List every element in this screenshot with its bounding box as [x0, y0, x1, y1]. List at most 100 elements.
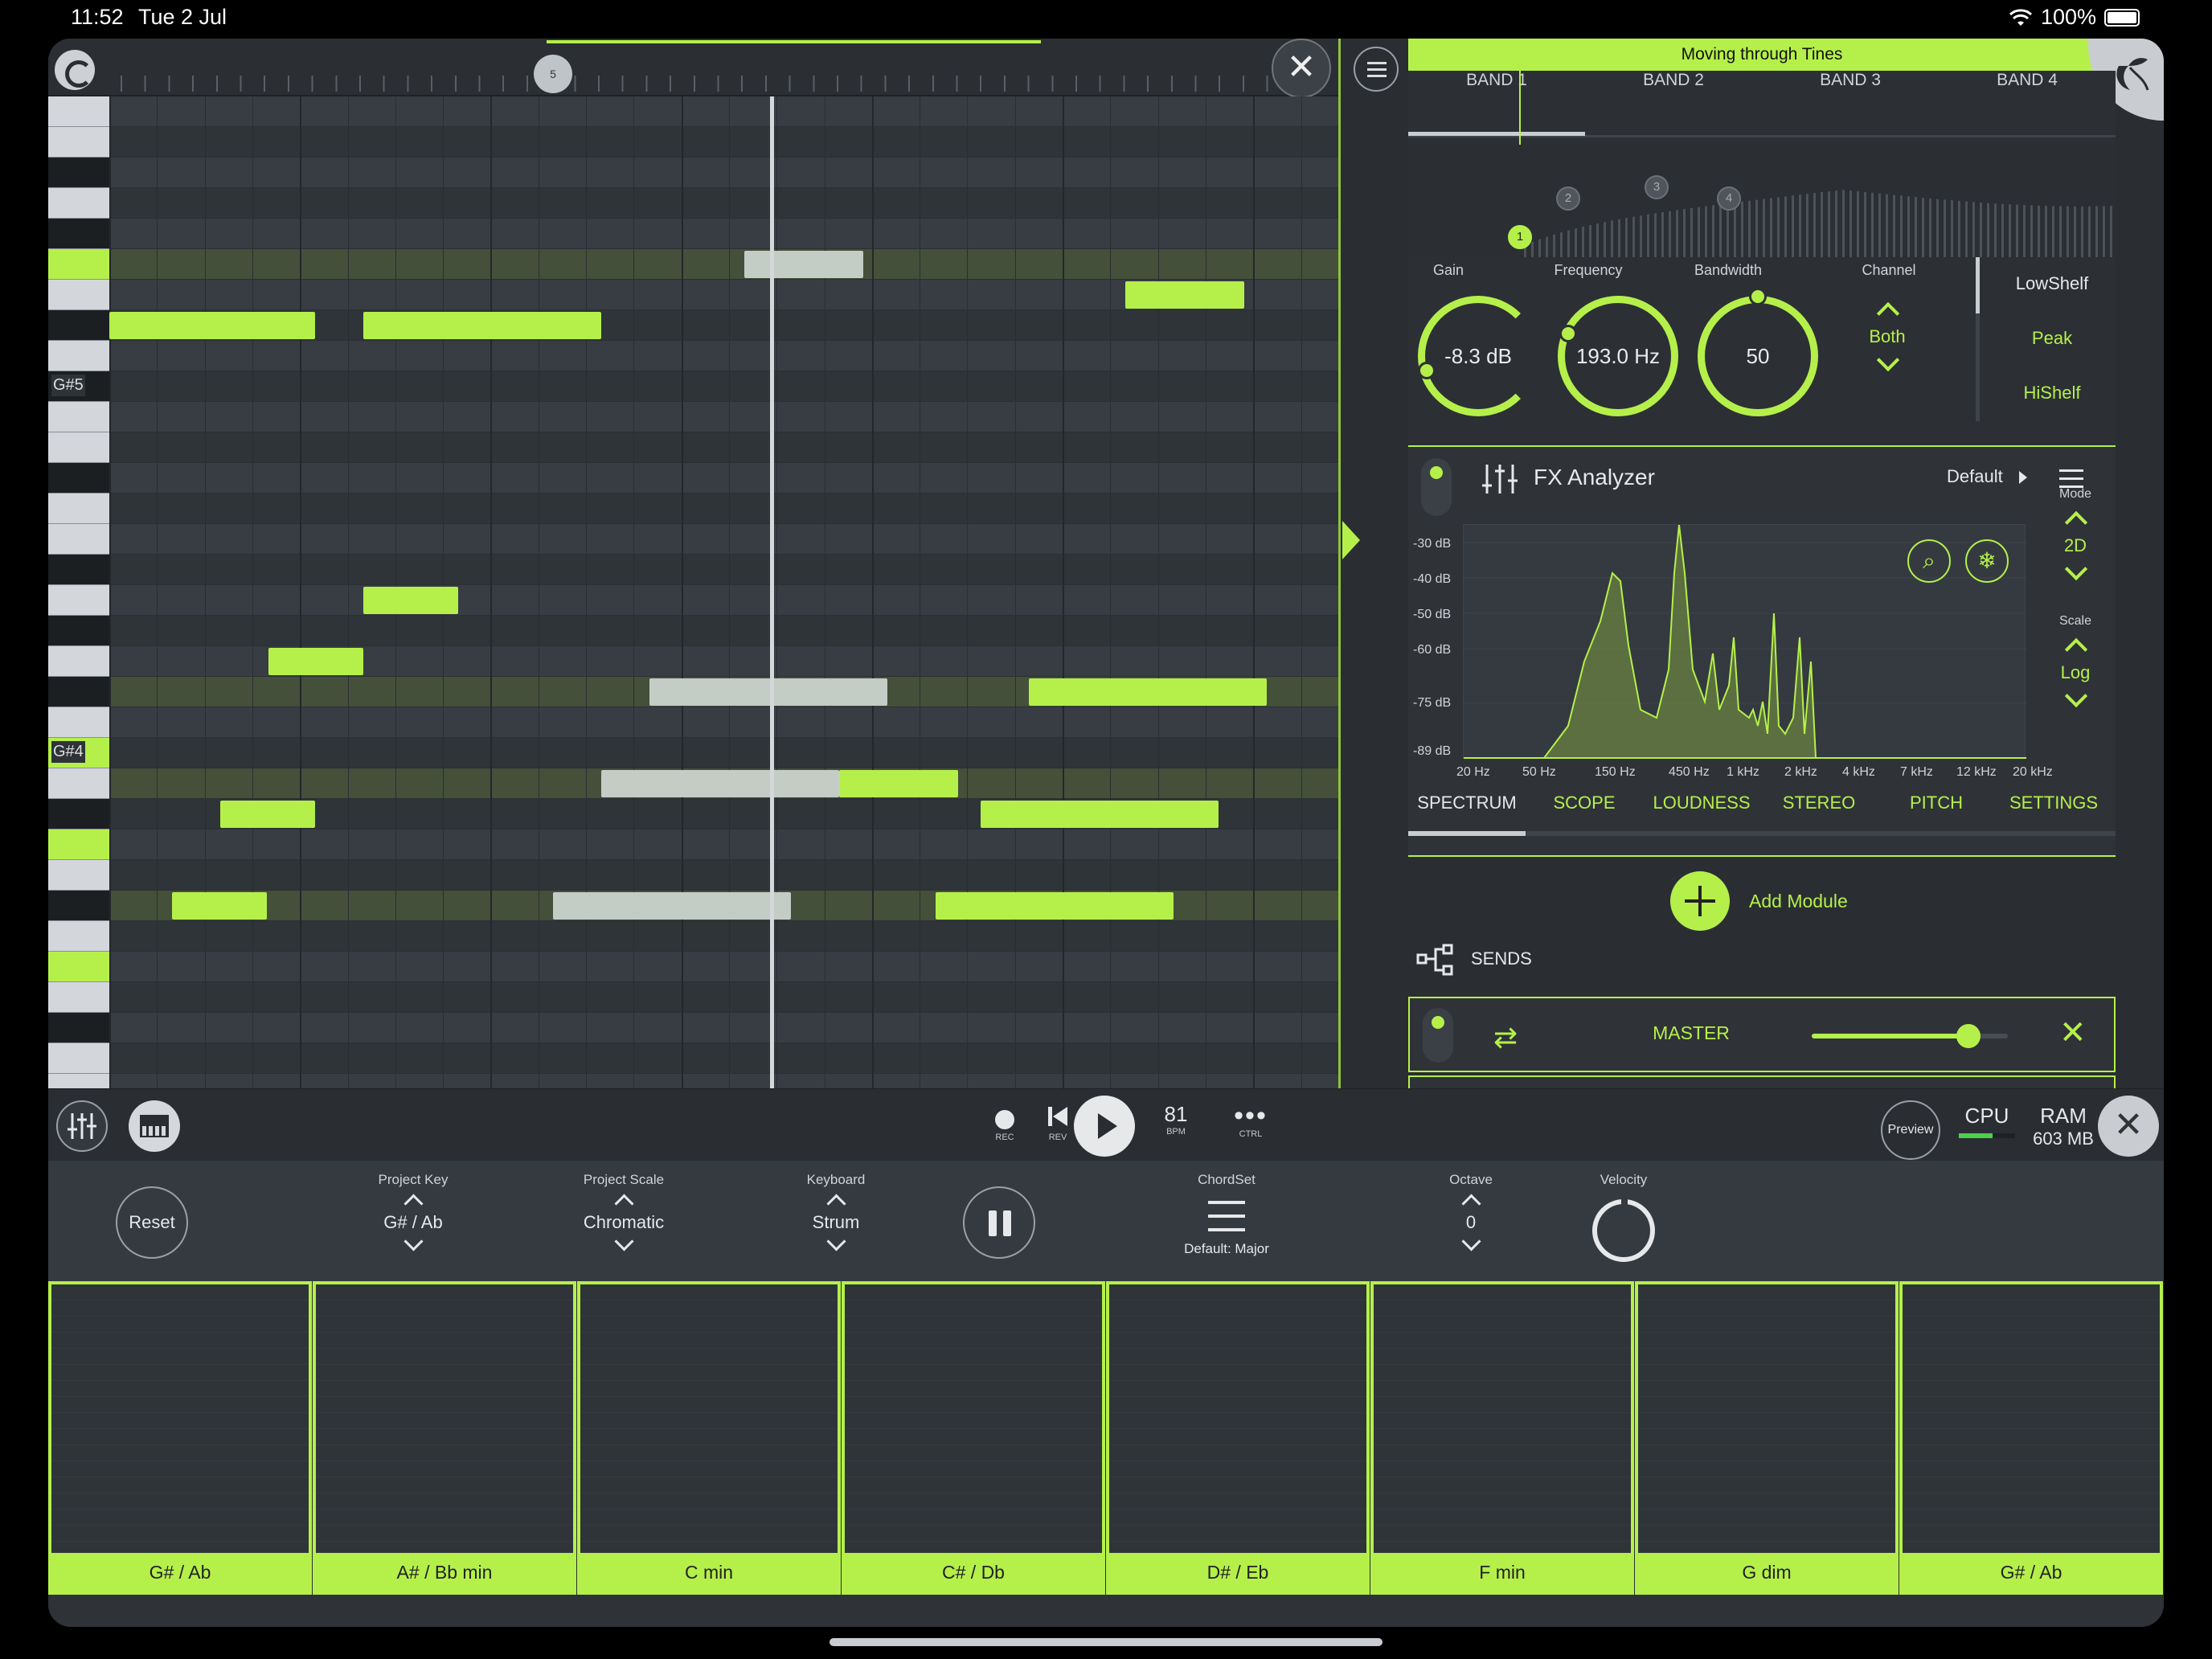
- project-key-up-icon[interactable]: [401, 1190, 425, 1210]
- chord-pad[interactable]: C# / Db: [842, 1281, 1105, 1595]
- menu-button[interactable]: [1354, 47, 1399, 92]
- spectrum-display[interactable]: ⌕ ❄: [1463, 524, 2026, 759]
- record-button[interactable]: REC: [981, 1102, 1029, 1142]
- scale-control[interactable]: Scale Log: [2043, 614, 2108, 717]
- eq-node-3[interactable]: 3: [1645, 175, 1669, 199]
- fx-menu-icon[interactable]: [2059, 469, 2083, 489]
- midi-note[interactable]: [649, 678, 887, 706]
- chordset-selector[interactable]: ChordSet Default: Major: [1154, 1172, 1299, 1257]
- white-key[interactable]: [48, 402, 109, 432]
- zoom-icon[interactable]: ⌕: [1907, 539, 1951, 583]
- white-key[interactable]: [48, 982, 109, 1013]
- midi-note[interactable]: [553, 892, 791, 920]
- midi-note[interactable]: [220, 801, 315, 828]
- chord-pad[interactable]: G# / Ab: [48, 1281, 312, 1595]
- gain-knob[interactable]: -8.3 dB: [1418, 296, 1538, 416]
- tab-band-4[interactable]: BAND 4: [1939, 71, 2116, 95]
- white-key[interactable]: [48, 249, 109, 280]
- white-key[interactable]: [48, 494, 109, 524]
- midi-note[interactable]: [363, 312, 601, 339]
- project-scale-up-icon[interactable]: [612, 1190, 636, 1210]
- eq-curve-display[interactable]: 1 2 3 4: [1408, 39, 2116, 257]
- midi-note[interactable]: [109, 312, 315, 339]
- midi-note[interactable]: [744, 251, 863, 278]
- midi-note[interactable]: [1029, 678, 1267, 706]
- fx-power-toggle[interactable]: [1421, 458, 1452, 516]
- black-key[interactable]: [48, 616, 109, 646]
- master-send-thumb[interactable]: [1956, 1024, 1981, 1048]
- black-key[interactable]: [48, 677, 109, 707]
- master-send-slider[interactable]: [1812, 1024, 2008, 1048]
- mode-down-icon[interactable]: [2063, 561, 2087, 585]
- tab-band-2[interactable]: BAND 2: [1585, 71, 1762, 95]
- white-key[interactable]: [48, 188, 109, 219]
- midi-note[interactable]: [936, 892, 1174, 920]
- tab-scope[interactable]: SCOPE: [1526, 793, 1643, 813]
- white-key[interactable]: [48, 524, 109, 555]
- white-key[interactable]: [48, 432, 109, 463]
- channel-selector[interactable]: Both: [1847, 293, 1927, 381]
- chord-pad[interactable]: C min: [577, 1281, 841, 1595]
- tab-band-3[interactable]: BAND 3: [1762, 71, 1939, 95]
- midi-note[interactable]: [601, 770, 839, 797]
- white-key[interactable]: [48, 707, 109, 738]
- project-scale-selector[interactable]: Project Scale Chromatic: [551, 1172, 696, 1257]
- white-key[interactable]: [48, 585, 109, 616]
- midi-note[interactable]: [268, 648, 363, 675]
- white-key[interactable]: [48, 952, 109, 982]
- black-key[interactable]: [48, 799, 109, 830]
- bandwidth-knob-handle[interactable]: [1749, 288, 1767, 305]
- scale-down-icon[interactable]: [2063, 688, 2087, 712]
- octave-down-icon[interactable]: [1459, 1235, 1483, 1256]
- black-key[interactable]: [48, 463, 109, 494]
- tab-spectrum[interactable]: SPECTRUM: [1408, 793, 1526, 813]
- velocity-knob[interactable]: [1592, 1194, 1655, 1262]
- tab-settings[interactable]: SETTINGS: [1995, 793, 2112, 813]
- add-module-label[interactable]: Add Module: [1749, 891, 1848, 912]
- white-key[interactable]: [48, 768, 109, 799]
- octave-selector[interactable]: Octave 0: [1399, 1172, 1543, 1257]
- tab-stereo[interactable]: STEREO: [1760, 793, 1878, 813]
- piano-roll-button[interactable]: [129, 1100, 180, 1152]
- collapse-panel-arrow-icon[interactable]: [1342, 521, 1360, 559]
- frequency-knob-handle[interactable]: [1559, 325, 1577, 342]
- remove-send-icon[interactable]: ✕: [2059, 1014, 2087, 1051]
- gain-knob-handle[interactable]: [1418, 362, 1436, 379]
- tab-band-1[interactable]: BAND 1: [1408, 71, 1585, 95]
- frequency-knob[interactable]: 193.0 Hz: [1558, 296, 1678, 416]
- app-logo-icon[interactable]: [55, 50, 95, 90]
- channel-down-icon[interactable]: [1875, 352, 1899, 376]
- tab-loudness[interactable]: LOUDNESS: [1643, 793, 1760, 813]
- chordset-menu-icon[interactable]: [1208, 1201, 1245, 1233]
- scale-up-icon[interactable]: [2063, 633, 2087, 657]
- black-key[interactable]: [48, 219, 109, 249]
- piano-roll[interactable]: 5 ✕ G#5 G#4: [48, 39, 1341, 1104]
- fx-preset[interactable]: Default: [1947, 466, 2003, 487]
- close-button[interactable]: ✕: [2098, 1096, 2159, 1157]
- bpm-control[interactable]: 81 BPM: [1156, 1102, 1196, 1137]
- close-roll-button[interactable]: ✕: [1272, 39, 1331, 98]
- freeze-icon[interactable]: ❄: [1965, 539, 2009, 583]
- playhead-marker[interactable]: 5: [534, 55, 572, 93]
- keyboard-down-icon[interactable]: [824, 1235, 848, 1256]
- mode-up-icon[interactable]: [2063, 506, 2087, 530]
- black-key[interactable]: [48, 555, 109, 585]
- swap-icon[interactable]: ⇄: [1493, 1021, 1518, 1055]
- white-key[interactable]: [48, 830, 109, 860]
- midi-note[interactable]: [839, 770, 958, 797]
- white-key[interactable]: [48, 921, 109, 952]
- piano-keyboard[interactable]: G#5 G#4: [48, 96, 109, 1104]
- ctrl-button[interactable]: ••• CTRL: [1227, 1102, 1275, 1139]
- keyboard-up-icon[interactable]: [824, 1190, 848, 1210]
- midi-note[interactable]: [363, 587, 458, 614]
- white-key[interactable]: [48, 96, 109, 127]
- play-button[interactable]: [1074, 1096, 1135, 1157]
- midi-note[interactable]: [981, 801, 1219, 828]
- chord-pad[interactable]: D# / Eb: [1106, 1281, 1370, 1595]
- filter-type-hishelf[interactable]: HiShelf: [1992, 383, 2112, 403]
- note-grid[interactable]: [109, 96, 1338, 1088]
- filter-type-scrollbar[interactable]: [1976, 257, 1980, 421]
- add-module-button[interactable]: [1670, 871, 1730, 931]
- eq-node-4[interactable]: 4: [1717, 186, 1741, 211]
- mixer-button[interactable]: [56, 1100, 108, 1152]
